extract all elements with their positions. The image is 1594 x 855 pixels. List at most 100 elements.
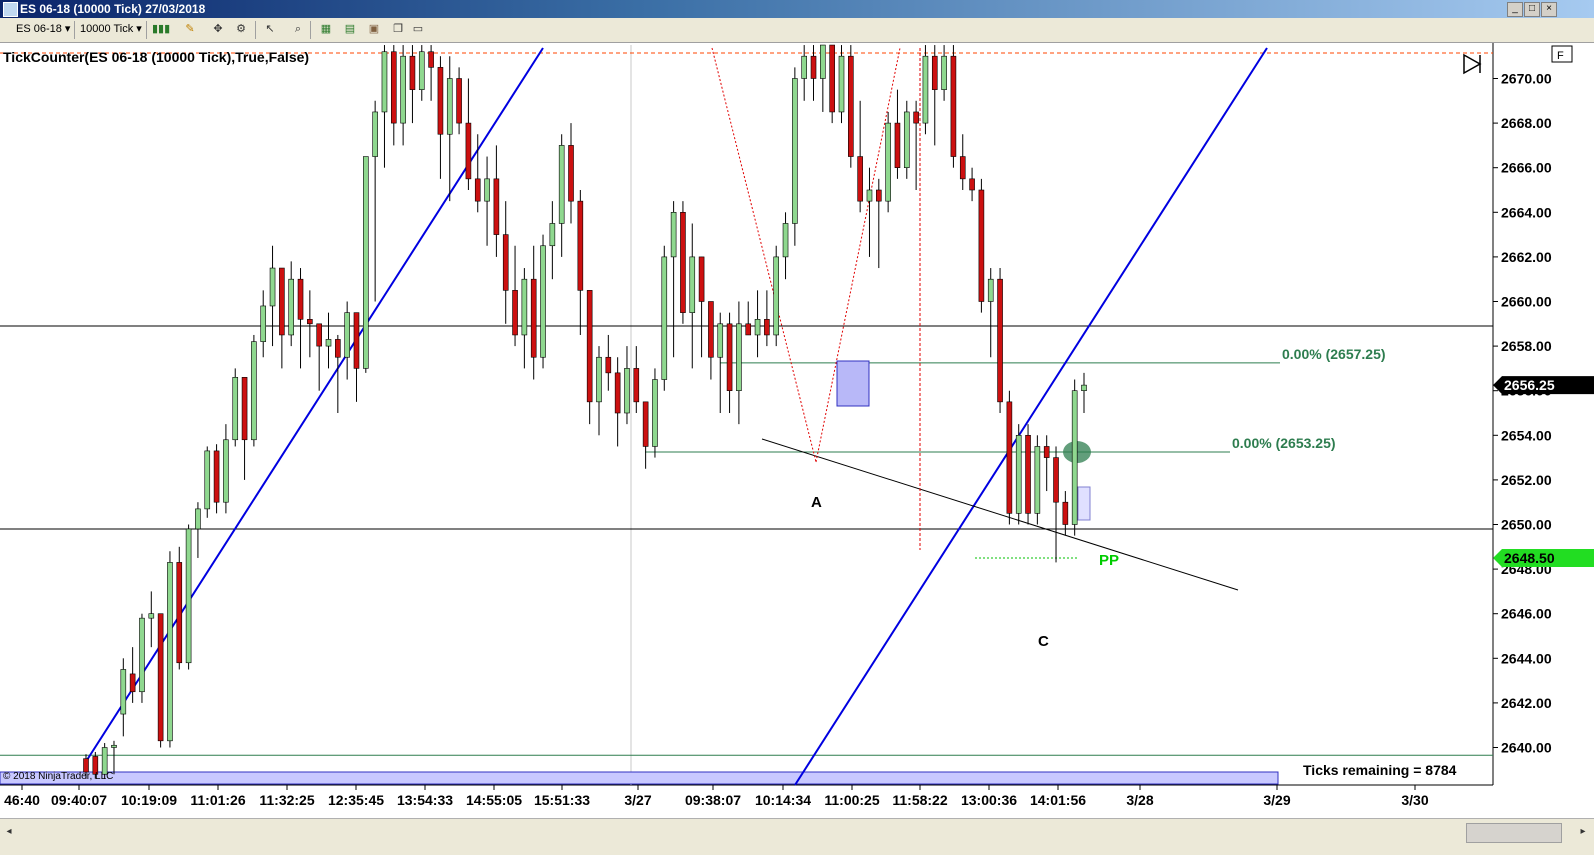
candle-body xyxy=(969,178,975,191)
candle-body xyxy=(167,562,173,742)
candle xyxy=(204,446,211,518)
price-tick-label: 2642.00 xyxy=(1501,695,1552,711)
candle-body xyxy=(241,377,248,441)
candle xyxy=(903,100,910,179)
candle xyxy=(885,111,891,213)
candle-body xyxy=(661,256,668,380)
candle-body xyxy=(810,55,817,79)
price-tick-label: 2646.00 xyxy=(1501,606,1552,622)
candle-body xyxy=(698,256,705,302)
candle xyxy=(652,368,658,458)
status-bar xyxy=(0,844,1594,855)
candle-body xyxy=(1015,434,1022,514)
candle xyxy=(139,613,145,703)
scroll-thumb[interactable] xyxy=(1466,823,1562,843)
candle-body xyxy=(549,223,556,247)
time-tick-label: 15:51:33 xyxy=(534,792,590,808)
time-tick-label: 12:35:45 xyxy=(328,792,384,808)
time-tick-label: 13:00:36 xyxy=(961,792,1017,808)
candle xyxy=(167,551,173,748)
candle-body xyxy=(997,278,1003,403)
candle xyxy=(251,334,257,447)
candle-body xyxy=(726,323,733,391)
price-tick-label: 2662.00 xyxy=(1501,249,1552,265)
price-tick-label: 2666.00 xyxy=(1501,160,1552,176)
candle-body xyxy=(931,55,938,90)
candle-body xyxy=(521,278,528,336)
candle-body xyxy=(1081,384,1087,391)
candle-body xyxy=(530,278,537,358)
last-price-label: 2656.25 xyxy=(1504,377,1555,393)
candle xyxy=(157,613,164,748)
candle-body xyxy=(502,234,509,291)
candle xyxy=(1025,424,1031,525)
candle-body xyxy=(1071,390,1078,525)
candle-body xyxy=(363,156,369,369)
price-tick-label: 2640.00 xyxy=(1501,740,1552,756)
fib-level-label: 0.00% (2657.25) xyxy=(1282,346,1386,362)
candle-body xyxy=(614,372,621,414)
scroll-left-icon[interactable]: ◂ xyxy=(2,824,16,840)
time-tick-label: 11:00:25 xyxy=(824,792,879,808)
price-tick-label: 2658.00 xyxy=(1501,338,1552,354)
plot-area xyxy=(0,43,1493,785)
candle xyxy=(680,201,686,324)
candle-body xyxy=(624,368,630,414)
price-tick-label: 2660.00 xyxy=(1501,294,1552,310)
candle-body xyxy=(269,267,276,307)
indicator-label: TickCounter(ES 06-18 (10000 Tick),True,F… xyxy=(3,49,310,65)
candle-body xyxy=(754,319,761,336)
candle xyxy=(1006,390,1013,525)
candle-body xyxy=(586,290,593,403)
candle-body xyxy=(446,78,453,135)
candle-body xyxy=(568,145,574,202)
fib-level-label: 0.00% (2653.25) xyxy=(1232,435,1336,451)
time-tick-label: 3/29 xyxy=(1263,792,1290,808)
candle-body xyxy=(885,122,891,202)
candle-body xyxy=(390,51,397,124)
candle xyxy=(829,44,835,124)
candle-body xyxy=(717,323,724,358)
candle-body xyxy=(764,319,770,336)
price-tick-label: 2644.00 xyxy=(1501,650,1552,666)
candle xyxy=(773,245,780,347)
candle-body xyxy=(465,122,472,180)
candle-body xyxy=(857,156,863,202)
candle-body xyxy=(493,178,500,235)
candle-body xyxy=(512,290,518,336)
candle-body xyxy=(232,377,239,441)
candle xyxy=(232,368,239,447)
candle-body xyxy=(633,368,640,403)
price-tick-label: 2670.00 xyxy=(1501,71,1552,87)
pivot-price-label: 2648.50 xyxy=(1504,550,1555,566)
candle-body xyxy=(689,256,696,313)
candle xyxy=(185,524,192,670)
time-tick-label: 09:38:07 xyxy=(685,792,741,808)
time-tick-label: 10:19:09 xyxy=(121,792,177,808)
candle-body xyxy=(820,44,826,79)
annotation-pp: PP xyxy=(1099,552,1119,569)
candle xyxy=(848,45,854,168)
horizontal-scrollbar[interactable]: ◂ ▸ xyxy=(0,818,1594,845)
candle-body xyxy=(381,51,388,113)
candle-body xyxy=(1043,446,1050,458)
scroll-right-icon[interactable]: ▸ xyxy=(1576,824,1590,840)
ticks-remaining: Ticks remaining = 8784 xyxy=(1303,762,1457,778)
tick-counter-bar xyxy=(0,771,1279,785)
time-tick-label: 11:32:25 xyxy=(259,792,314,808)
candle-body xyxy=(605,356,612,374)
candle-body xyxy=(325,339,332,347)
candle-body xyxy=(316,323,322,347)
candle-body xyxy=(540,245,546,358)
candle-body xyxy=(959,156,966,180)
candle-body xyxy=(484,178,490,202)
candle-body xyxy=(745,323,752,336)
candle-body xyxy=(1034,446,1041,514)
time-tick-label: 3/30 xyxy=(1401,792,1428,808)
candle-body xyxy=(838,55,845,113)
candle-body xyxy=(456,78,462,124)
price-tick-label: 2650.00 xyxy=(1501,517,1552,533)
time-tick-label: 09:40:07 xyxy=(51,792,107,808)
chart-canvas[interactable]: 0.00% (2657.25) 0.00% (2653.25) A C PP 2670.… xyxy=(0,0,1594,818)
candle-body xyxy=(120,669,127,715)
